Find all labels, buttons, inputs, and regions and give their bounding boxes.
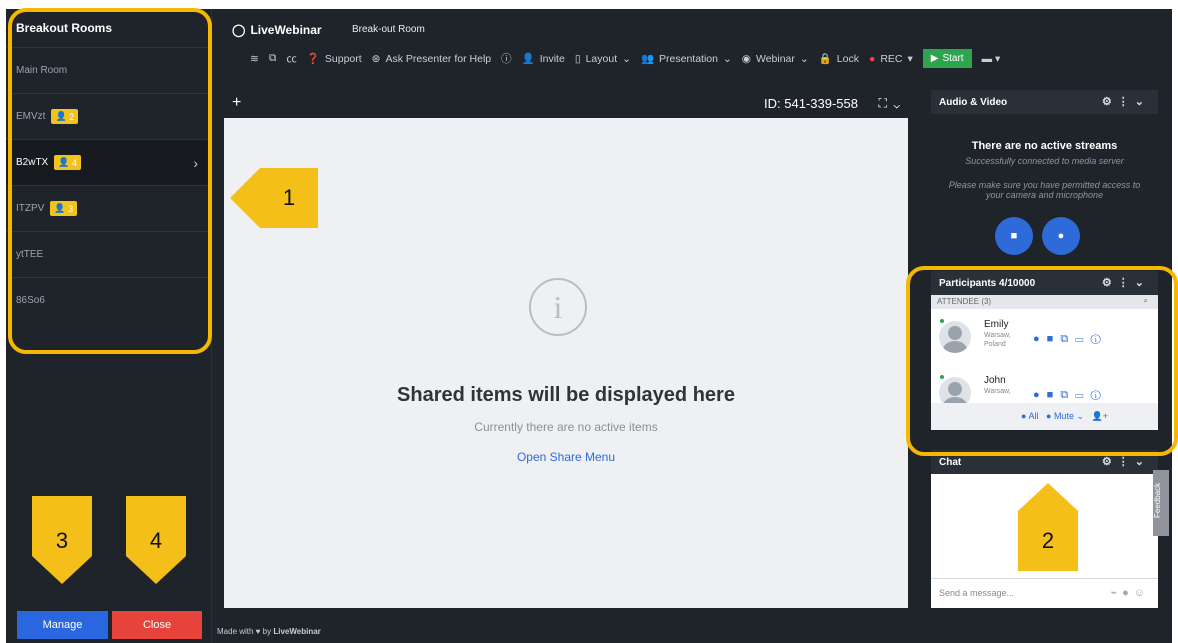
layout-icon: ▯ bbox=[574, 52, 581, 65]
ask-presenter-label: Ask Presenter for Help bbox=[385, 52, 492, 65]
chevron-down-icon[interactable]: ⌄ bbox=[1135, 456, 1150, 468]
chevron-down-icon: ⌄ bbox=[799, 52, 809, 65]
info-icon[interactable]: ⓘ bbox=[501, 51, 512, 66]
callout-4: 4 bbox=[126, 496, 186, 556]
camera-icon: ■ bbox=[1010, 230, 1018, 242]
add-icon[interactable]: + bbox=[232, 94, 241, 112]
question-icon: ❓ bbox=[306, 53, 320, 65]
stage-header: + ID: 541-339-558 ⛶ ⌄ bbox=[224, 90, 908, 118]
lock-icon: 🔒 bbox=[818, 53, 832, 65]
webinar-dropdown[interactable]: ◉ Webinar ⌄ bbox=[742, 53, 809, 65]
chat-input-actions[interactable]: ⌁●☺ bbox=[1110, 586, 1150, 599]
language-flag-icon[interactable]: ▬ ▾ bbox=[982, 53, 1001, 65]
layout-dropdown[interactable]: ▯ Layout ⌄ bbox=[575, 53, 631, 65]
highlight-breakout-rooms bbox=[8, 8, 212, 354]
footer: Made with ♥ by LiveWebinar bbox=[217, 627, 321, 636]
emoji-icon[interactable]: ☺ bbox=[1134, 587, 1150, 599]
gear-icon[interactable]: ⚙ bbox=[1102, 96, 1118, 108]
audio-video-header: Audio & Video ⚙⋮⌄ bbox=[931, 90, 1158, 114]
caret-down-icon: ▾ bbox=[907, 52, 913, 65]
lock-button[interactable]: 🔒 Lock bbox=[818, 52, 859, 66]
callout-1: 1 bbox=[260, 168, 318, 228]
chat-title: Chat bbox=[939, 457, 962, 468]
microphone-button[interactable]: ● bbox=[1042, 217, 1080, 255]
start-button[interactable]: ▶ Start bbox=[922, 49, 972, 68]
shared-stage: i Shared items will be displayed here Cu… bbox=[224, 118, 908, 608]
callout-arrow bbox=[32, 556, 92, 584]
callout-3: 3 bbox=[32, 496, 92, 556]
callout-arrow bbox=[126, 556, 186, 584]
brand-name: LiveWebinar bbox=[250, 23, 322, 37]
chevron-down-icon[interactable]: ⌄ bbox=[894, 96, 900, 110]
drag-icon[interactable]: ⋮ bbox=[1118, 456, 1135, 468]
feedback-tab[interactable]: Feedback bbox=[1153, 470, 1169, 536]
presentation-dropdown[interactable]: 👥 Presentation ⌄ bbox=[640, 52, 732, 66]
callout-arrow bbox=[1018, 483, 1078, 511]
footer-brand: LiveWebinar bbox=[273, 627, 321, 636]
callout-2: 2 bbox=[1018, 511, 1078, 571]
play-icon: ▶ bbox=[930, 53, 939, 64]
users-icon: 👥 bbox=[640, 53, 655, 65]
webinar-icon: ◉ bbox=[741, 52, 751, 65]
attachment-icon[interactable]: ⌁ bbox=[1110, 587, 1122, 599]
rec-label: REC bbox=[880, 52, 903, 65]
ask-presenter-button[interactable]: ⊛ Ask Presenter for Help bbox=[372, 53, 491, 65]
start-label: Start bbox=[942, 53, 964, 64]
add-user-icon: 👤 bbox=[521, 53, 535, 65]
fullscreen-icon[interactable]: ⛶ bbox=[878, 96, 886, 110]
room-title: Break-out Room bbox=[352, 24, 425, 35]
lock-label: Lock bbox=[836, 52, 859, 65]
rec-dropdown[interactable]: ● REC ▾ bbox=[869, 53, 913, 65]
meeting-id: ID: 541-339-558 bbox=[764, 96, 858, 111]
stage-controls[interactable]: ⛶ ⌄ bbox=[878, 96, 900, 111]
support-button[interactable]: ❓ Support bbox=[306, 52, 362, 66]
footer-made-with: Made with ♥ by bbox=[217, 627, 272, 636]
highlight-participants bbox=[906, 266, 1178, 456]
permission-text: Please make sure you have permitted acce… bbox=[948, 180, 1141, 200]
connected-text: Successfully connected to media server bbox=[965, 156, 1124, 166]
chevron-down-icon: ⌄ bbox=[622, 52, 631, 65]
lifebuoy-icon: ⊛ bbox=[371, 52, 381, 65]
close-button[interactable]: Close bbox=[112, 611, 202, 639]
cc-icon[interactable]: ㏄ bbox=[286, 51, 297, 66]
support-label: Support bbox=[324, 52, 362, 65]
manage-button[interactable]: Manage bbox=[17, 611, 108, 639]
windows-icon[interactable]: ⧉ bbox=[269, 52, 277, 65]
callout-arrow bbox=[230, 168, 260, 228]
info-icon: i bbox=[529, 278, 587, 336]
open-share-menu-link[interactable]: Open Share Menu bbox=[224, 450, 908, 464]
wifi-icon[interactable]: ≋ bbox=[250, 53, 259, 65]
microphone-icon[interactable]: ● bbox=[1122, 587, 1134, 599]
drag-icon[interactable]: ⋮ bbox=[1118, 96, 1135, 108]
logo-icon: ◯ bbox=[232, 23, 246, 37]
camera-button[interactable]: ■ bbox=[995, 217, 1033, 255]
stage-title: Shared items will be displayed here bbox=[397, 384, 735, 406]
layout-label: Layout bbox=[585, 52, 618, 65]
chevron-down-icon: ⌄ bbox=[722, 52, 732, 65]
gear-icon[interactable]: ⚙ bbox=[1102, 456, 1118, 468]
stage-subtitle: Currently there are no active items bbox=[474, 420, 658, 434]
chevron-down-icon[interactable]: ⌄ bbox=[1135, 96, 1150, 108]
screenshot-frame: Breakout Rooms Main Room EMVzt 👤 2 B2wTX 👤… bbox=[0, 0, 1178, 643]
invite-label: Invite bbox=[539, 52, 565, 65]
microphone-icon: ● bbox=[1057, 230, 1065, 242]
record-dot-icon: ● bbox=[868, 52, 876, 65]
audio-video-title: Audio & Video bbox=[939, 97, 1008, 108]
top-bar: ◯ LiveWebinar Break-out Room ≋ ⧉ ㏄ ❓ Suppo… bbox=[212, 9, 1172, 75]
presentation-label: Presentation bbox=[659, 52, 718, 65]
panel-controls[interactable]: ⚙⋮⌄ bbox=[1102, 455, 1150, 468]
panel-controls[interactable]: ⚙⋮⌄ bbox=[1102, 95, 1150, 108]
webinar-label: Webinar bbox=[755, 52, 795, 65]
toolbar: ≋ ⧉ ㏄ ❓ Support ⊛ Ask Presenter for Help ⓘ… bbox=[250, 49, 1000, 68]
invite-button[interactable]: 👤 Invite bbox=[521, 52, 565, 66]
no-streams-title: There are no active streams bbox=[971, 140, 1118, 152]
brand-logo: ◯ LiveWebinar bbox=[232, 23, 322, 37]
audio-video-panel: There are no active streams Successfully… bbox=[931, 114, 1158, 255]
